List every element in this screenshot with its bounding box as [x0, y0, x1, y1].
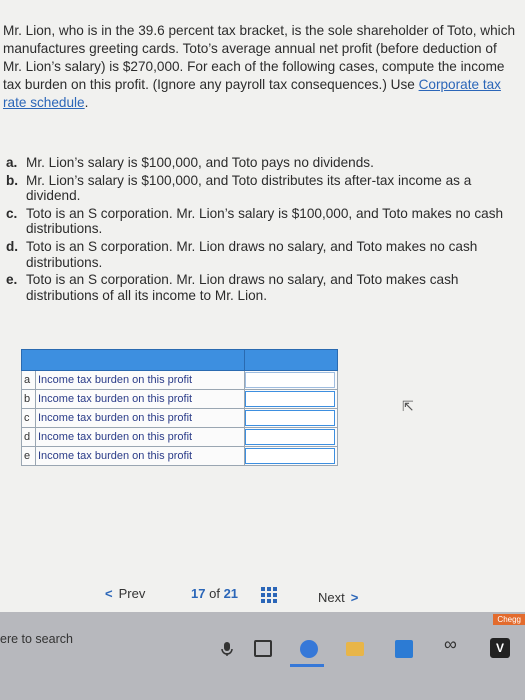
answer-table: a Income tax burden on this profit b Inc… [21, 349, 338, 466]
case-text: Mr. Lion’s salary is $100,000, and Toto … [26, 155, 374, 170]
answer-input-cell [244, 370, 338, 390]
case-letter: c. [6, 205, 18, 221]
of-label: of [209, 586, 220, 601]
row-description: Income tax burden on this profit [35, 370, 245, 390]
row-description: Income tax burden on this profit [35, 408, 245, 428]
page-position: 17 of 21 [191, 586, 238, 601]
row-description: Income tax burden on this profit [35, 389, 245, 409]
active-app-indicator [290, 664, 324, 667]
case-text: Mr. Lion’s salary is $100,000, and Toto … [26, 172, 472, 204]
case-item: e. Toto is an S corporation. Mr. Lion dra… [6, 272, 521, 303]
row-label: a [21, 370, 36, 390]
case-item: d. Toto is an S corporation. Mr. Lion dra… [6, 239, 521, 270]
table-row: c Income tax burden on this profit [21, 408, 338, 428]
infinity-app-icon[interactable]: ∞ [444, 634, 462, 654]
case-letter: d. [6, 238, 19, 254]
case-item: b. Mr. Lion’s salary is $100,000, and Tot… [6, 173, 521, 204]
current-page: 17 [191, 586, 206, 601]
case-text: Toto is an S corporation. Mr. Lion’s sal… [26, 205, 504, 237]
case-text: Toto is an S corporation. Mr. Lion draws… [26, 272, 459, 303]
table-header-value-cell [244, 349, 338, 371]
edge-browser-icon[interactable] [300, 640, 318, 658]
chevron-left-icon: < [105, 586, 113, 601]
table-header-row [21, 349, 338, 371]
row-description: Income tax burden on this profit [35, 427, 245, 447]
app-v-icon[interactable]: V [490, 638, 510, 658]
case-letter: e. [6, 272, 18, 288]
question-pager: < Prev 17 of 21 Next > [105, 586, 395, 606]
row-label: b [21, 389, 36, 409]
task-view-icon[interactable] [254, 640, 272, 657]
windows-taskbar: Chegg ere to search ∞ V [0, 612, 525, 700]
microphone-icon[interactable] [218, 640, 236, 658]
prev-label: Prev [118, 586, 146, 601]
taskbar-search-box[interactable]: ere to search [0, 632, 73, 646]
table-row: e Income tax burden on this profit [21, 446, 338, 466]
table-row: a Income tax burden on this profit [21, 370, 338, 390]
row-label: e [21, 446, 36, 466]
table-row: d Income tax burden on this profit [21, 427, 338, 447]
file-explorer-icon[interactable] [346, 642, 364, 656]
total-pages: 21 [223, 586, 239, 601]
case-item: a. Mr. Lion’s salary is $100,000, and Tot… [6, 155, 521, 171]
case-letter: b. [6, 172, 19, 188]
answer-input-cell [244, 389, 338, 409]
answer-input-a[interactable] [245, 372, 335, 388]
answer-input-e[interactable] [245, 448, 335, 464]
intro-suffix: . [84, 95, 89, 110]
case-item: c. Toto is an S corporation. Mr. Lion’s s… [6, 206, 521, 237]
prev-button[interactable]: < Prev [105, 586, 145, 601]
answer-input-cell [244, 446, 338, 466]
answer-input-cell [244, 427, 338, 447]
answer-input-d[interactable] [245, 429, 335, 445]
case-text: Toto is an S corporation. Mr. Lion draws… [26, 238, 478, 270]
chevron-right-icon: > [350, 590, 359, 605]
problem-intro: Mr. Lion, who is in the 39.6 percent tax… [3, 22, 519, 112]
table-row: b Income tax burden on this profit [21, 389, 338, 409]
assignment-page: Mr. Lion, who is in the 39.6 percent tax… [0, 0, 525, 612]
answer-input-b[interactable] [245, 391, 335, 407]
table-header-cell [21, 349, 245, 371]
next-label: Next [318, 590, 345, 605]
row-description: Income tax burden on this profit [35, 446, 245, 466]
chegg-badge: Chegg [493, 614, 525, 625]
answer-input-c[interactable] [245, 410, 335, 426]
store-icon[interactable] [395, 640, 413, 658]
mouse-cursor-icon: ⇱ [402, 398, 414, 414]
row-label: c [21, 408, 36, 428]
question-grid-icon[interactable] [261, 587, 277, 603]
case-list: a. Mr. Lion’s salary is $100,000, and Tot… [6, 155, 521, 305]
next-button[interactable]: Next > [318, 590, 358, 605]
case-letter: a. [6, 155, 18, 170]
row-label: d [21, 427, 36, 447]
answer-input-cell [244, 408, 338, 428]
